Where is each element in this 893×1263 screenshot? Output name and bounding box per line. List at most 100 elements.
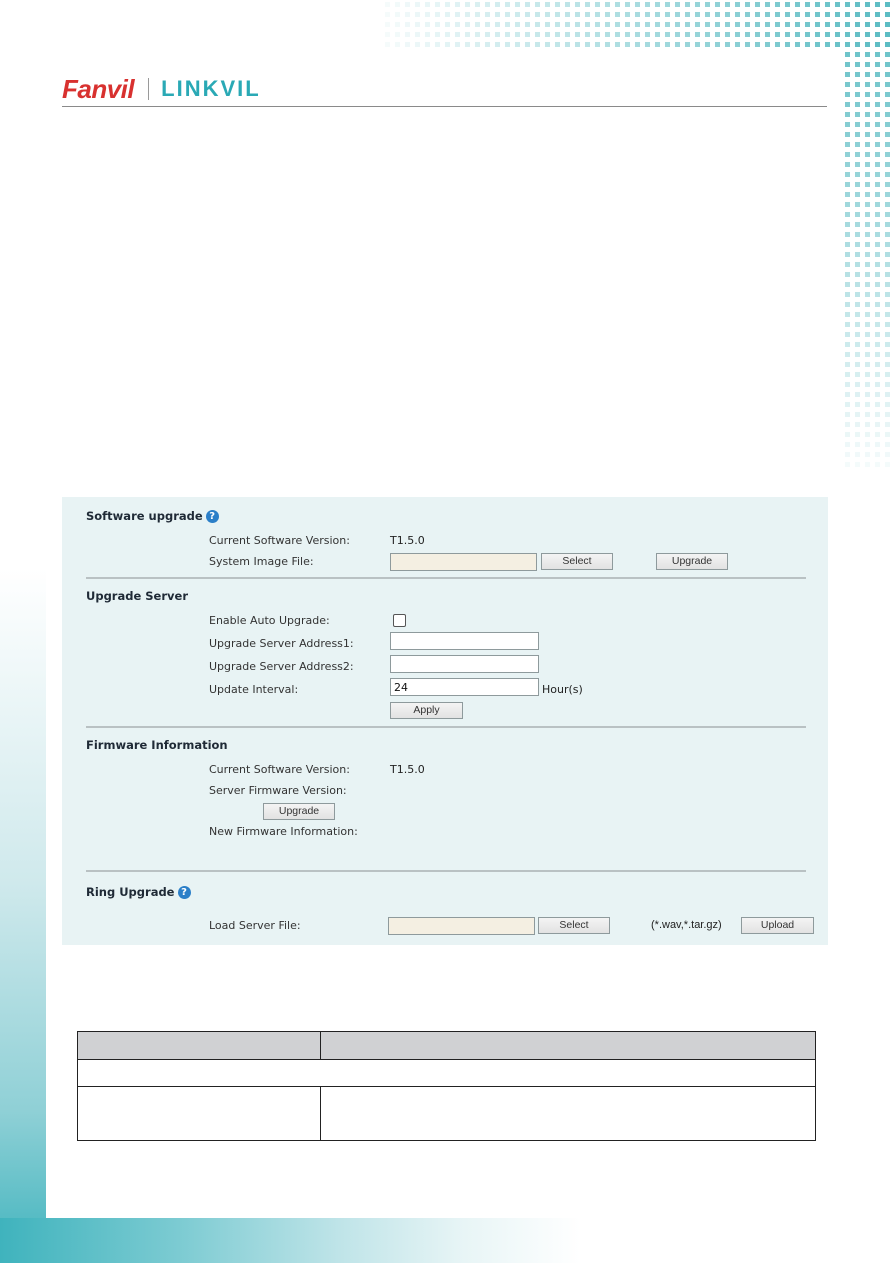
decorative-dot: [875, 222, 880, 227]
decorative-dot: [795, 32, 800, 37]
decorative-dot: [865, 182, 870, 187]
load-server-file-input[interactable]: [388, 917, 535, 935]
firmware-current-version-value: T1.5.0: [390, 763, 425, 776]
decorative-dot: [395, 22, 400, 27]
decorative-dot: [675, 22, 680, 27]
decorative-dot: [725, 12, 730, 17]
decorative-dot: [865, 332, 870, 337]
decorative-dot: [705, 32, 710, 37]
decorative-dot: [855, 442, 860, 447]
decorative-dot: [845, 182, 850, 187]
decorative-dot: [855, 102, 860, 107]
decorative-dot: [635, 22, 640, 27]
decorative-dot: [855, 432, 860, 437]
decorative-dot: [875, 242, 880, 247]
decorative-dot: [845, 32, 850, 37]
upgrade-server-address1-input[interactable]: [390, 632, 539, 650]
decorative-dot: [865, 232, 870, 237]
decorative-dot: [455, 22, 460, 27]
select-image-button[interactable]: Select: [541, 553, 613, 570]
decorative-dot: [865, 12, 870, 17]
decorative-dot: [885, 42, 890, 47]
enable-auto-upgrade-checkbox[interactable]: [393, 614, 406, 627]
decorative-dot: [715, 2, 720, 7]
decorative-dot: [385, 22, 390, 27]
ring-select-button[interactable]: Select: [538, 917, 610, 934]
decorative-dot: [875, 62, 880, 67]
ring-upload-button[interactable]: Upload: [741, 917, 814, 934]
decorative-dot: [525, 32, 530, 37]
decorative-dot: [875, 152, 880, 157]
decorative-dot: [575, 32, 580, 37]
help-icon[interactable]: ?: [177, 885, 191, 899]
decorative-dot: [755, 42, 760, 47]
decorative-dot: [845, 272, 850, 277]
decorative-dot: [415, 32, 420, 37]
decorative-dot: [885, 202, 890, 207]
decorative-dot: [655, 22, 660, 27]
system-image-file-input[interactable]: [390, 553, 537, 571]
decorative-dot: [875, 72, 880, 77]
decorative-dot: [855, 392, 860, 397]
decorative-dot: [855, 322, 860, 327]
decorative-dot: [855, 282, 860, 287]
decorative-dot: [405, 2, 410, 7]
decorative-dot: [885, 452, 890, 457]
decorative-dot: [875, 212, 880, 217]
decorative-dot: [865, 442, 870, 447]
decorative-dot: [655, 2, 660, 7]
decorative-dot: [875, 302, 880, 307]
decorative-dot: [495, 2, 500, 7]
decorative-dot: [855, 462, 860, 467]
decorative-dot: [855, 192, 860, 197]
decorative-bottom-gradient: [0, 1218, 893, 1263]
decorative-dot: [875, 112, 880, 117]
decorative-dot: [565, 42, 570, 47]
decorative-dot: [845, 172, 850, 177]
decorative-dot: [645, 22, 650, 27]
decorative-dot: [845, 302, 850, 307]
decorative-dot: [675, 32, 680, 37]
decorative-dot: [865, 22, 870, 27]
decorative-dot: [855, 72, 860, 77]
decorative-dot: [885, 362, 890, 367]
decorative-dot: [885, 152, 890, 157]
update-interval-label: Update Interval:: [209, 683, 299, 696]
decorative-dot: [865, 92, 870, 97]
decorative-dot: [855, 12, 860, 17]
decorative-dot: [845, 72, 850, 77]
decorative-dot: [865, 312, 870, 317]
decorative-dot: [435, 2, 440, 7]
decorative-dot: [865, 162, 870, 167]
decorative-dot: [795, 2, 800, 7]
decorative-dot: [885, 302, 890, 307]
decorative-dot: [875, 12, 880, 17]
decorative-dot: [845, 322, 850, 327]
decorative-dot: [845, 262, 850, 267]
decorative-dot: [515, 2, 520, 7]
decorative-dot: [875, 132, 880, 137]
decorative-dot: [875, 262, 880, 267]
decorative-dot: [875, 82, 880, 87]
decorative-dot: [845, 312, 850, 317]
table-cell: [320, 1086, 816, 1141]
decorative-dot: [865, 392, 870, 397]
decorative-dot: [885, 32, 890, 37]
update-interval-input[interactable]: [390, 678, 539, 696]
decorative-dot: [875, 42, 880, 47]
upgrade-server-address2-input[interactable]: [390, 655, 539, 673]
apply-button[interactable]: Apply: [390, 702, 463, 719]
firmware-upgrade-button[interactable]: Upgrade: [263, 803, 335, 820]
decorative-dot: [845, 402, 850, 407]
upgrade-image-button[interactable]: Upgrade: [656, 553, 728, 570]
decorative-dot: [445, 22, 450, 27]
decorative-dot: [875, 352, 880, 357]
decorative-dot: [885, 222, 890, 227]
decorative-dot: [855, 172, 860, 177]
decorative-dot: [595, 42, 600, 47]
decorative-dot: [855, 372, 860, 377]
decorative-dot: [555, 22, 560, 27]
decorative-dot: [575, 22, 580, 27]
decorative-dot: [775, 12, 780, 17]
help-icon[interactable]: ?: [205, 509, 219, 523]
